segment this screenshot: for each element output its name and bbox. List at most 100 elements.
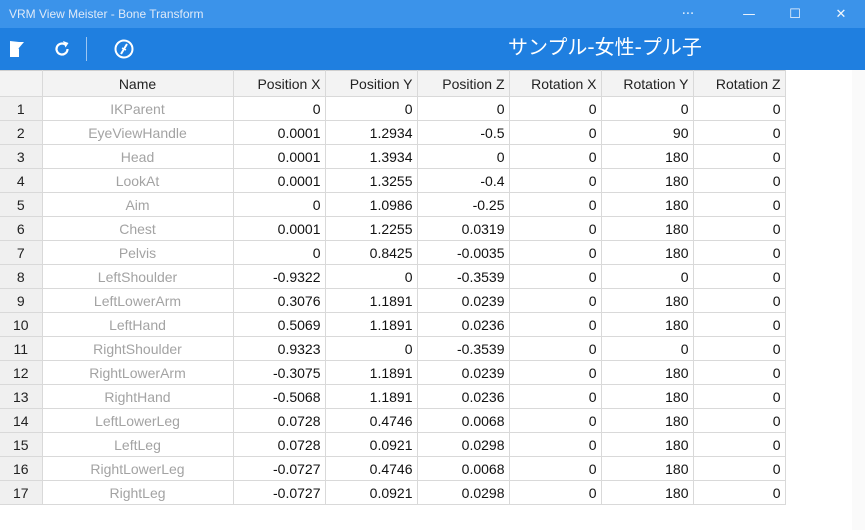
position-x-cell[interactable]: 0: [233, 192, 326, 217]
rotation-y-cell[interactable]: 180: [601, 456, 694, 481]
rotation-z-cell[interactable]: 0: [693, 360, 786, 385]
rotation-z-cell[interactable]: 0: [693, 144, 786, 169]
position-y-cell[interactable]: 0.0921: [325, 480, 418, 505]
rotation-y-cell[interactable]: 180: [601, 384, 694, 409]
rotation-z-cell[interactable]: 0: [693, 384, 786, 409]
bone-name[interactable]: LeftLowerLeg: [42, 408, 234, 433]
bone-name[interactable]: LeftHand: [42, 312, 234, 337]
rotation-x-cell[interactable]: 0: [509, 432, 602, 457]
rotation-x-cell[interactable]: 0: [509, 456, 602, 481]
rotation-z-cell[interactable]: 0: [693, 264, 786, 289]
position-y-cell[interactable]: 0: [325, 96, 418, 121]
rotation-x-header[interactable]: Rotation X: [509, 70, 602, 97]
bone-name[interactable]: Aim: [42, 192, 234, 217]
rotation-x-cell[interactable]: 0: [509, 408, 602, 433]
rotation-z-cell[interactable]: 0: [693, 312, 786, 337]
position-x-cell[interactable]: 0: [233, 240, 326, 265]
bone-name[interactable]: IKParent: [42, 96, 234, 121]
position-x-cell[interactable]: 0.0001: [233, 168, 326, 193]
rotation-y-cell[interactable]: 180: [601, 216, 694, 241]
position-x-cell[interactable]: 0: [233, 96, 326, 121]
rotation-y-cell[interactable]: 180: [601, 312, 694, 337]
rotation-z-cell[interactable]: 0: [693, 216, 786, 241]
table-row[interactable]: 11 RightShoulder 0.9323 0 -0.3539 0 0 0: [0, 336, 786, 361]
rotation-y-cell[interactable]: 180: [601, 360, 694, 385]
rotation-x-cell[interactable]: 0: [509, 480, 602, 505]
bone-name[interactable]: RightHand: [42, 384, 234, 409]
refresh-button[interactable]: [49, 36, 75, 62]
position-z-cell[interactable]: -0.5: [417, 120, 510, 145]
rotation-y-cell[interactable]: 180: [601, 432, 694, 457]
rotation-z-header[interactable]: Rotation Z: [693, 70, 786, 97]
rotation-y-cell[interactable]: 180: [601, 192, 694, 217]
position-y-cell[interactable]: 0.8425: [325, 240, 418, 265]
position-z-cell[interactable]: 0: [417, 144, 510, 169]
rotation-x-cell[interactable]: 0: [509, 240, 602, 265]
name-header[interactable]: Name: [42, 70, 234, 97]
bone-name[interactable]: RightLowerLeg: [42, 456, 234, 481]
rotation-y-cell[interactable]: 180: [601, 408, 694, 433]
position-z-cell[interactable]: 0.0068: [417, 408, 510, 433]
rotation-z-cell[interactable]: 0: [693, 480, 786, 505]
rotation-x-cell[interactable]: 0: [509, 264, 602, 289]
position-x-cell[interactable]: 0.0728: [233, 408, 326, 433]
position-z-cell[interactable]: 0.0236: [417, 384, 510, 409]
rotation-z-cell[interactable]: 0: [693, 288, 786, 313]
bookmark-flag-button[interactable]: [4, 36, 30, 62]
position-z-cell[interactable]: 0.0298: [417, 480, 510, 505]
rotation-z-cell[interactable]: 0: [693, 336, 786, 361]
table-row[interactable]: 7 Pelvis 0 0.8425 -0.0035 0 180 0: [0, 240, 786, 265]
position-y-cell[interactable]: 0.4746: [325, 456, 418, 481]
rotation-y-cell[interactable]: 180: [601, 168, 694, 193]
rotation-y-cell[interactable]: 180: [601, 144, 694, 169]
position-y-cell[interactable]: 1.3255: [325, 168, 418, 193]
rotation-z-cell[interactable]: 0: [693, 240, 786, 265]
table-row[interactable]: 16 RightLowerLeg -0.0727 0.4746 0.0068 0 180 0: [0, 456, 786, 481]
table-row[interactable]: 15 LeftLeg 0.0728 0.0921 0.0298 0 180 0: [0, 432, 786, 457]
rotation-y-cell[interactable]: 0: [601, 336, 694, 361]
position-y-cell[interactable]: 1.2934: [325, 120, 418, 145]
rotation-z-cell[interactable]: 0: [693, 432, 786, 457]
position-x-cell[interactable]: -0.0727: [233, 456, 326, 481]
position-x-cell[interactable]: -0.0727: [233, 480, 326, 505]
bone-name[interactable]: Chest: [42, 216, 234, 241]
position-z-header[interactable]: Position Z: [417, 70, 510, 97]
bone-name[interactable]: LeftLeg: [42, 432, 234, 457]
position-z-cell[interactable]: 0.0068: [417, 456, 510, 481]
position-x-cell[interactable]: 0.0001: [233, 216, 326, 241]
position-z-cell[interactable]: 0.0239: [417, 288, 510, 313]
table-row[interactable]: 2 EyeViewHandle 0.0001 1.2934 -0.5 0 90 0: [0, 120, 786, 145]
bone-name[interactable]: RightLowerArm: [42, 360, 234, 385]
table-row[interactable]: 5 Aim 0 1.0986 -0.25 0 180 0: [0, 192, 786, 217]
rotation-x-cell[interactable]: 0: [509, 168, 602, 193]
rotation-y-cell[interactable]: 180: [601, 480, 694, 505]
rotation-y-cell[interactable]: 180: [601, 240, 694, 265]
position-z-cell[interactable]: -0.4: [417, 168, 510, 193]
table-row[interactable]: 4 LookAt 0.0001 1.3255 -0.4 0 180 0: [0, 168, 786, 193]
rotation-y-cell[interactable]: 90: [601, 120, 694, 145]
table-row[interactable]: 8 LeftShoulder -0.9322 0 -0.3539 0 0 0: [0, 264, 786, 289]
bone-name[interactable]: RightShoulder: [42, 336, 234, 361]
position-y-cell[interactable]: 1.1891: [325, 384, 418, 409]
bone-name[interactable]: Head: [42, 144, 234, 169]
table-row[interactable]: 9 LeftLowerArm 0.3076 1.1891 0.0239 0 180 0: [0, 288, 786, 313]
bone-name[interactable]: RightLeg: [42, 480, 234, 505]
position-y-header[interactable]: Position Y: [325, 70, 418, 97]
bone-name[interactable]: Pelvis: [42, 240, 234, 265]
position-y-cell[interactable]: 1.1891: [325, 312, 418, 337]
table-row[interactable]: 3 Head 0.0001 1.3934 0 0 180 0: [0, 144, 786, 169]
position-x-cell[interactable]: 0.0728: [233, 432, 326, 457]
rotation-x-cell[interactable]: 0: [509, 144, 602, 169]
position-x-cell[interactable]: -0.9322: [233, 264, 326, 289]
rotation-x-cell[interactable]: 0: [509, 96, 602, 121]
maximize-button[interactable]: ☐: [772, 0, 818, 28]
rotation-z-cell[interactable]: 0: [693, 168, 786, 193]
position-z-cell[interactable]: 0.0298: [417, 432, 510, 457]
table-row[interactable]: 13 RightHand -0.5068 1.1891 0.0236 0 180 0: [0, 384, 786, 409]
rotation-x-cell[interactable]: 0: [509, 360, 602, 385]
position-x-cell[interactable]: -0.3075: [233, 360, 326, 385]
position-y-cell[interactable]: 1.0986: [325, 192, 418, 217]
position-z-cell[interactable]: 0.0319: [417, 216, 510, 241]
rotation-x-cell[interactable]: 0: [509, 120, 602, 145]
position-z-cell[interactable]: 0: [417, 96, 510, 121]
